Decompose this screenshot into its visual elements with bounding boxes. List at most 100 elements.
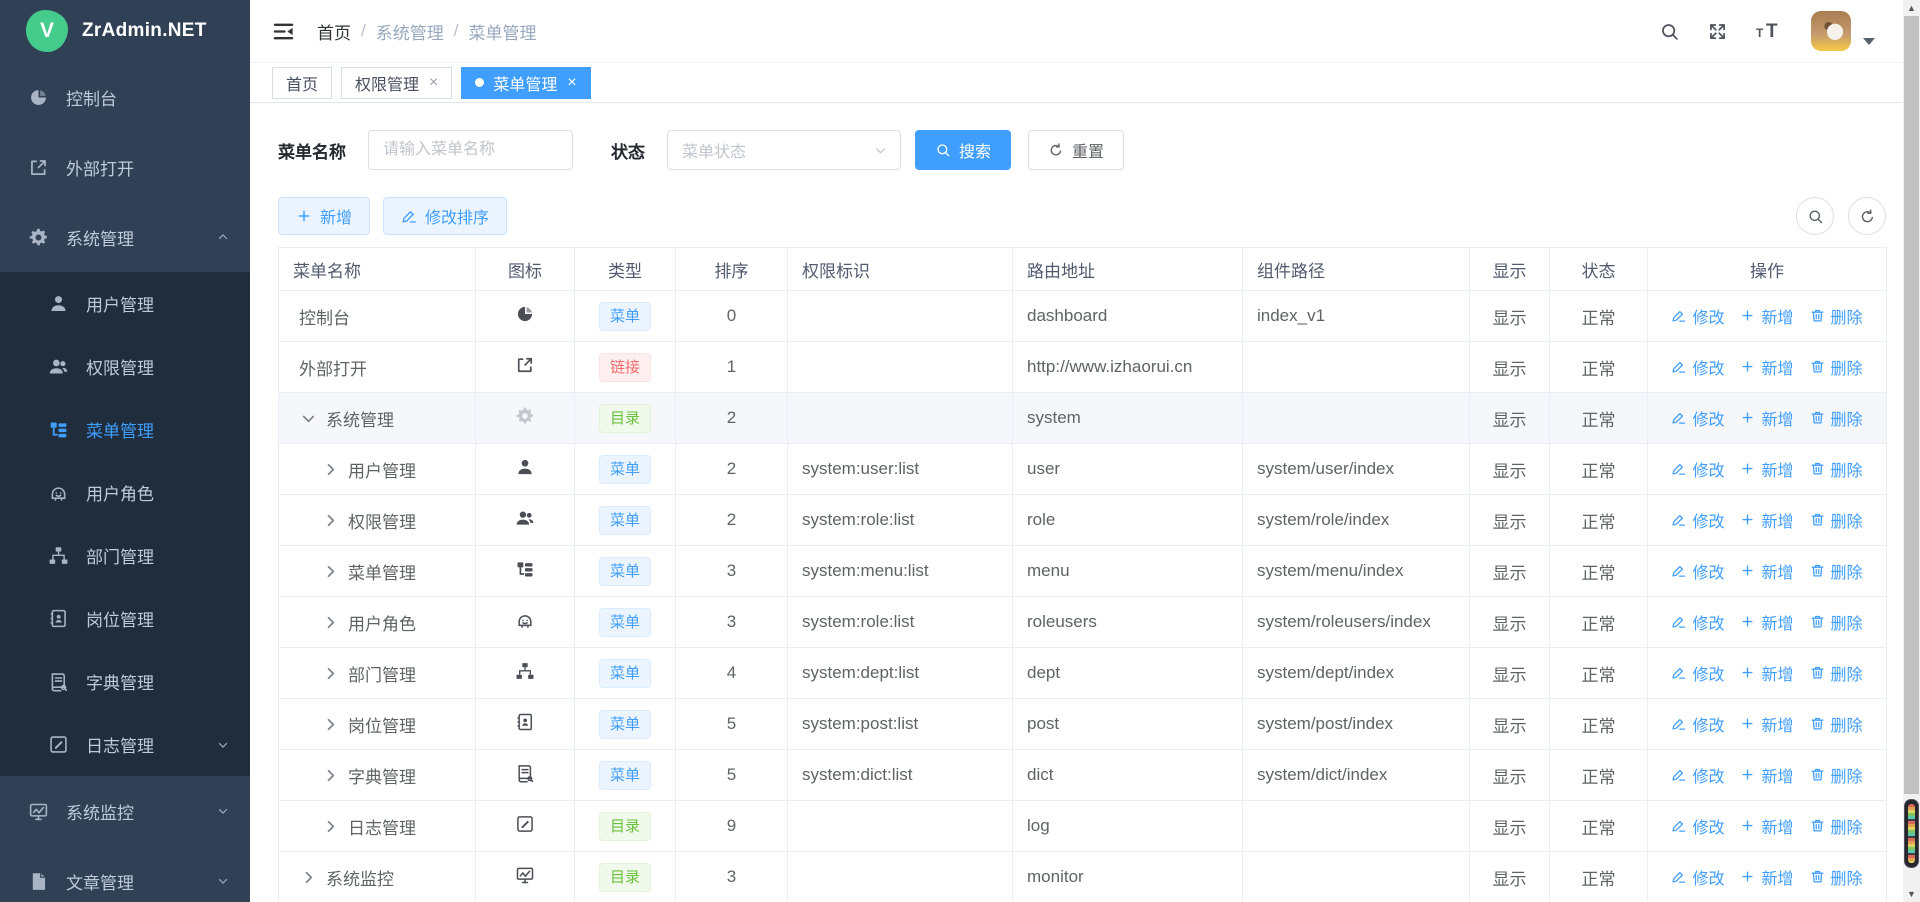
- edit-icon: [1671, 461, 1686, 476]
- edit-row-link[interactable]: 修改: [1671, 712, 1724, 736]
- users-icon: [48, 356, 69, 377]
- cell-perm: system:post:list: [788, 699, 1013, 750]
- reset-button[interactable]: 重置: [1028, 130, 1124, 170]
- delete-row-link-label: 删除: [1831, 406, 1863, 430]
- close-tab-icon[interactable]: ×: [567, 75, 576, 91]
- sidebar-item-system[interactable]: 系统管理: [0, 202, 250, 272]
- delete-row-link[interactable]: 删除: [1810, 508, 1863, 532]
- add-child-link[interactable]: 新增: [1740, 661, 1793, 685]
- chevron-right-icon[interactable]: [321, 817, 340, 836]
- cell-type: 菜单: [575, 444, 676, 495]
- add-child-link[interactable]: 新增: [1740, 559, 1793, 583]
- col-component: 组件路径: [1243, 248, 1470, 291]
- sidebar-item-dashboard[interactable]: 控制台: [0, 62, 250, 132]
- edit-row-link[interactable]: 修改: [1671, 610, 1724, 634]
- add-child-link[interactable]: 新增: [1740, 355, 1793, 379]
- cell-actions: 修改新增删除: [1648, 495, 1887, 546]
- chevron-right-icon[interactable]: [321, 460, 340, 479]
- text-size-icon[interactable]: TT: [1755, 19, 1785, 43]
- search-icon: [1807, 208, 1824, 225]
- add-child-link[interactable]: 新增: [1740, 457, 1793, 481]
- top-navbar: 首页/系统管理/菜单管理 TT: [250, 0, 1903, 62]
- chevron-right-icon[interactable]: [321, 664, 340, 683]
- edit-row-link[interactable]: 修改: [1671, 457, 1724, 481]
- sidebar-item-role[interactable]: 权限管理: [0, 335, 250, 398]
- chevron-right-icon[interactable]: [321, 715, 340, 734]
- add-child-link[interactable]: 新增: [1740, 763, 1793, 787]
- breadcrumb-item[interactable]: 首页: [317, 19, 351, 44]
- delete-row-link[interactable]: 删除: [1810, 865, 1863, 889]
- delete-row-link[interactable]: 删除: [1810, 406, 1863, 430]
- scrollbar-thumb[interactable]: [1904, 16, 1919, 794]
- toggle-search-button[interactable]: [1796, 197, 1834, 235]
- edit-sort-button[interactable]: 修改排序: [383, 197, 507, 235]
- delete-row-link[interactable]: 删除: [1810, 712, 1863, 736]
- add-child-link[interactable]: 新增: [1740, 865, 1793, 889]
- app-logo[interactable]: V ZrAdmin.NET: [0, 0, 250, 62]
- tab-menu[interactable]: 菜单管理×: [461, 67, 590, 99]
- sidebar-item-roleusers[interactable]: 用户角色: [0, 461, 250, 524]
- delete-row-link-label: 删除: [1831, 559, 1863, 583]
- menu-name-input[interactable]: [368, 130, 573, 170]
- edit-row-link[interactable]: 修改: [1671, 763, 1724, 787]
- tab-role[interactable]: 权限管理×: [341, 67, 452, 99]
- edit-row-link[interactable]: 修改: [1671, 508, 1724, 532]
- menu-status-select[interactable]: 菜单状态: [667, 130, 901, 170]
- edit-row-link[interactable]: 修改: [1671, 304, 1724, 328]
- refresh-table-button[interactable]: [1848, 197, 1886, 235]
- add-menu-button[interactable]: 新增: [278, 197, 370, 235]
- menu-name: 控制台: [293, 304, 461, 329]
- close-tab-icon[interactable]: ×: [429, 75, 438, 91]
- edit-row-link[interactable]: 修改: [1671, 661, 1724, 685]
- tab-home[interactable]: 首页: [272, 67, 332, 99]
- add-child-link[interactable]: 新增: [1740, 304, 1793, 328]
- add-child-link[interactable]: 新增: [1740, 814, 1793, 838]
- chevron-right-icon[interactable]: [321, 562, 340, 581]
- scrollbar-down-icon[interactable]: ▼: [1903, 886, 1920, 902]
- add-child-link[interactable]: 新增: [1740, 712, 1793, 736]
- user-avatar[interactable]: [1811, 11, 1851, 51]
- edit-row-link[interactable]: 修改: [1671, 814, 1724, 838]
- add-child-link[interactable]: 新增: [1740, 406, 1793, 430]
- sidebar-item-external-open[interactable]: 外部打开: [0, 132, 250, 202]
- delete-row-link[interactable]: 删除: [1810, 610, 1863, 634]
- delete-row-link[interactable]: 删除: [1810, 661, 1863, 685]
- fullscreen-icon[interactable]: [1707, 21, 1728, 42]
- edit-row-link[interactable]: 修改: [1671, 406, 1724, 430]
- scrollbar-up-icon[interactable]: ▲: [1903, 0, 1920, 16]
- chevron-right-icon[interactable]: [321, 511, 340, 530]
- chevron-right-icon[interactable]: [321, 766, 340, 785]
- chevron-right-icon[interactable]: [321, 613, 340, 632]
- search-button[interactable]: 搜索: [915, 130, 1011, 170]
- edit-row-link[interactable]: 修改: [1671, 355, 1724, 379]
- delete-row-link[interactable]: 删除: [1810, 559, 1863, 583]
- collapse-sidebar-icon[interactable]: [272, 20, 295, 43]
- sidebar-item-dict[interactable]: 字典管理: [0, 650, 250, 713]
- edit-row-link[interactable]: 修改: [1671, 559, 1724, 583]
- sidebar-item-dept[interactable]: 部门管理: [0, 524, 250, 587]
- avatar-caret-down-icon[interactable]: [1863, 38, 1875, 45]
- delete-row-link-label: 删除: [1831, 763, 1863, 787]
- sidebar-item-post[interactable]: 岗位管理: [0, 587, 250, 650]
- col-visible: 显示: [1470, 248, 1550, 291]
- chevron-down-icon[interactable]: [299, 409, 318, 428]
- delete-row-link[interactable]: 删除: [1810, 814, 1863, 838]
- col-perm: 权限标识: [788, 248, 1013, 291]
- add-child-link[interactable]: 新增: [1740, 610, 1793, 634]
- sidebar-item-menu[interactable]: 菜单管理: [0, 398, 250, 461]
- page-scrollbar[interactable]: ▲ ▼: [1903, 0, 1920, 902]
- cell-name: 用户管理: [279, 444, 476, 495]
- sidebar-item-log[interactable]: 日志管理: [0, 713, 250, 776]
- delete-row-link[interactable]: 删除: [1810, 355, 1863, 379]
- add-child-link-label: 新增: [1761, 406, 1793, 430]
- sidebar-item-monitor[interactable]: 系统监控: [0, 776, 250, 846]
- delete-row-link[interactable]: 删除: [1810, 304, 1863, 328]
- header-search-icon[interactable]: [1659, 21, 1680, 42]
- delete-row-link[interactable]: 删除: [1810, 763, 1863, 787]
- chevron-right-icon[interactable]: [299, 868, 318, 887]
- edit-row-link[interactable]: 修改: [1671, 865, 1724, 889]
- add-child-link[interactable]: 新增: [1740, 508, 1793, 532]
- sidebar-item-article[interactable]: 文章管理: [0, 846, 250, 902]
- sidebar-item-user[interactable]: 用户管理: [0, 272, 250, 335]
- delete-row-link[interactable]: 删除: [1810, 457, 1863, 481]
